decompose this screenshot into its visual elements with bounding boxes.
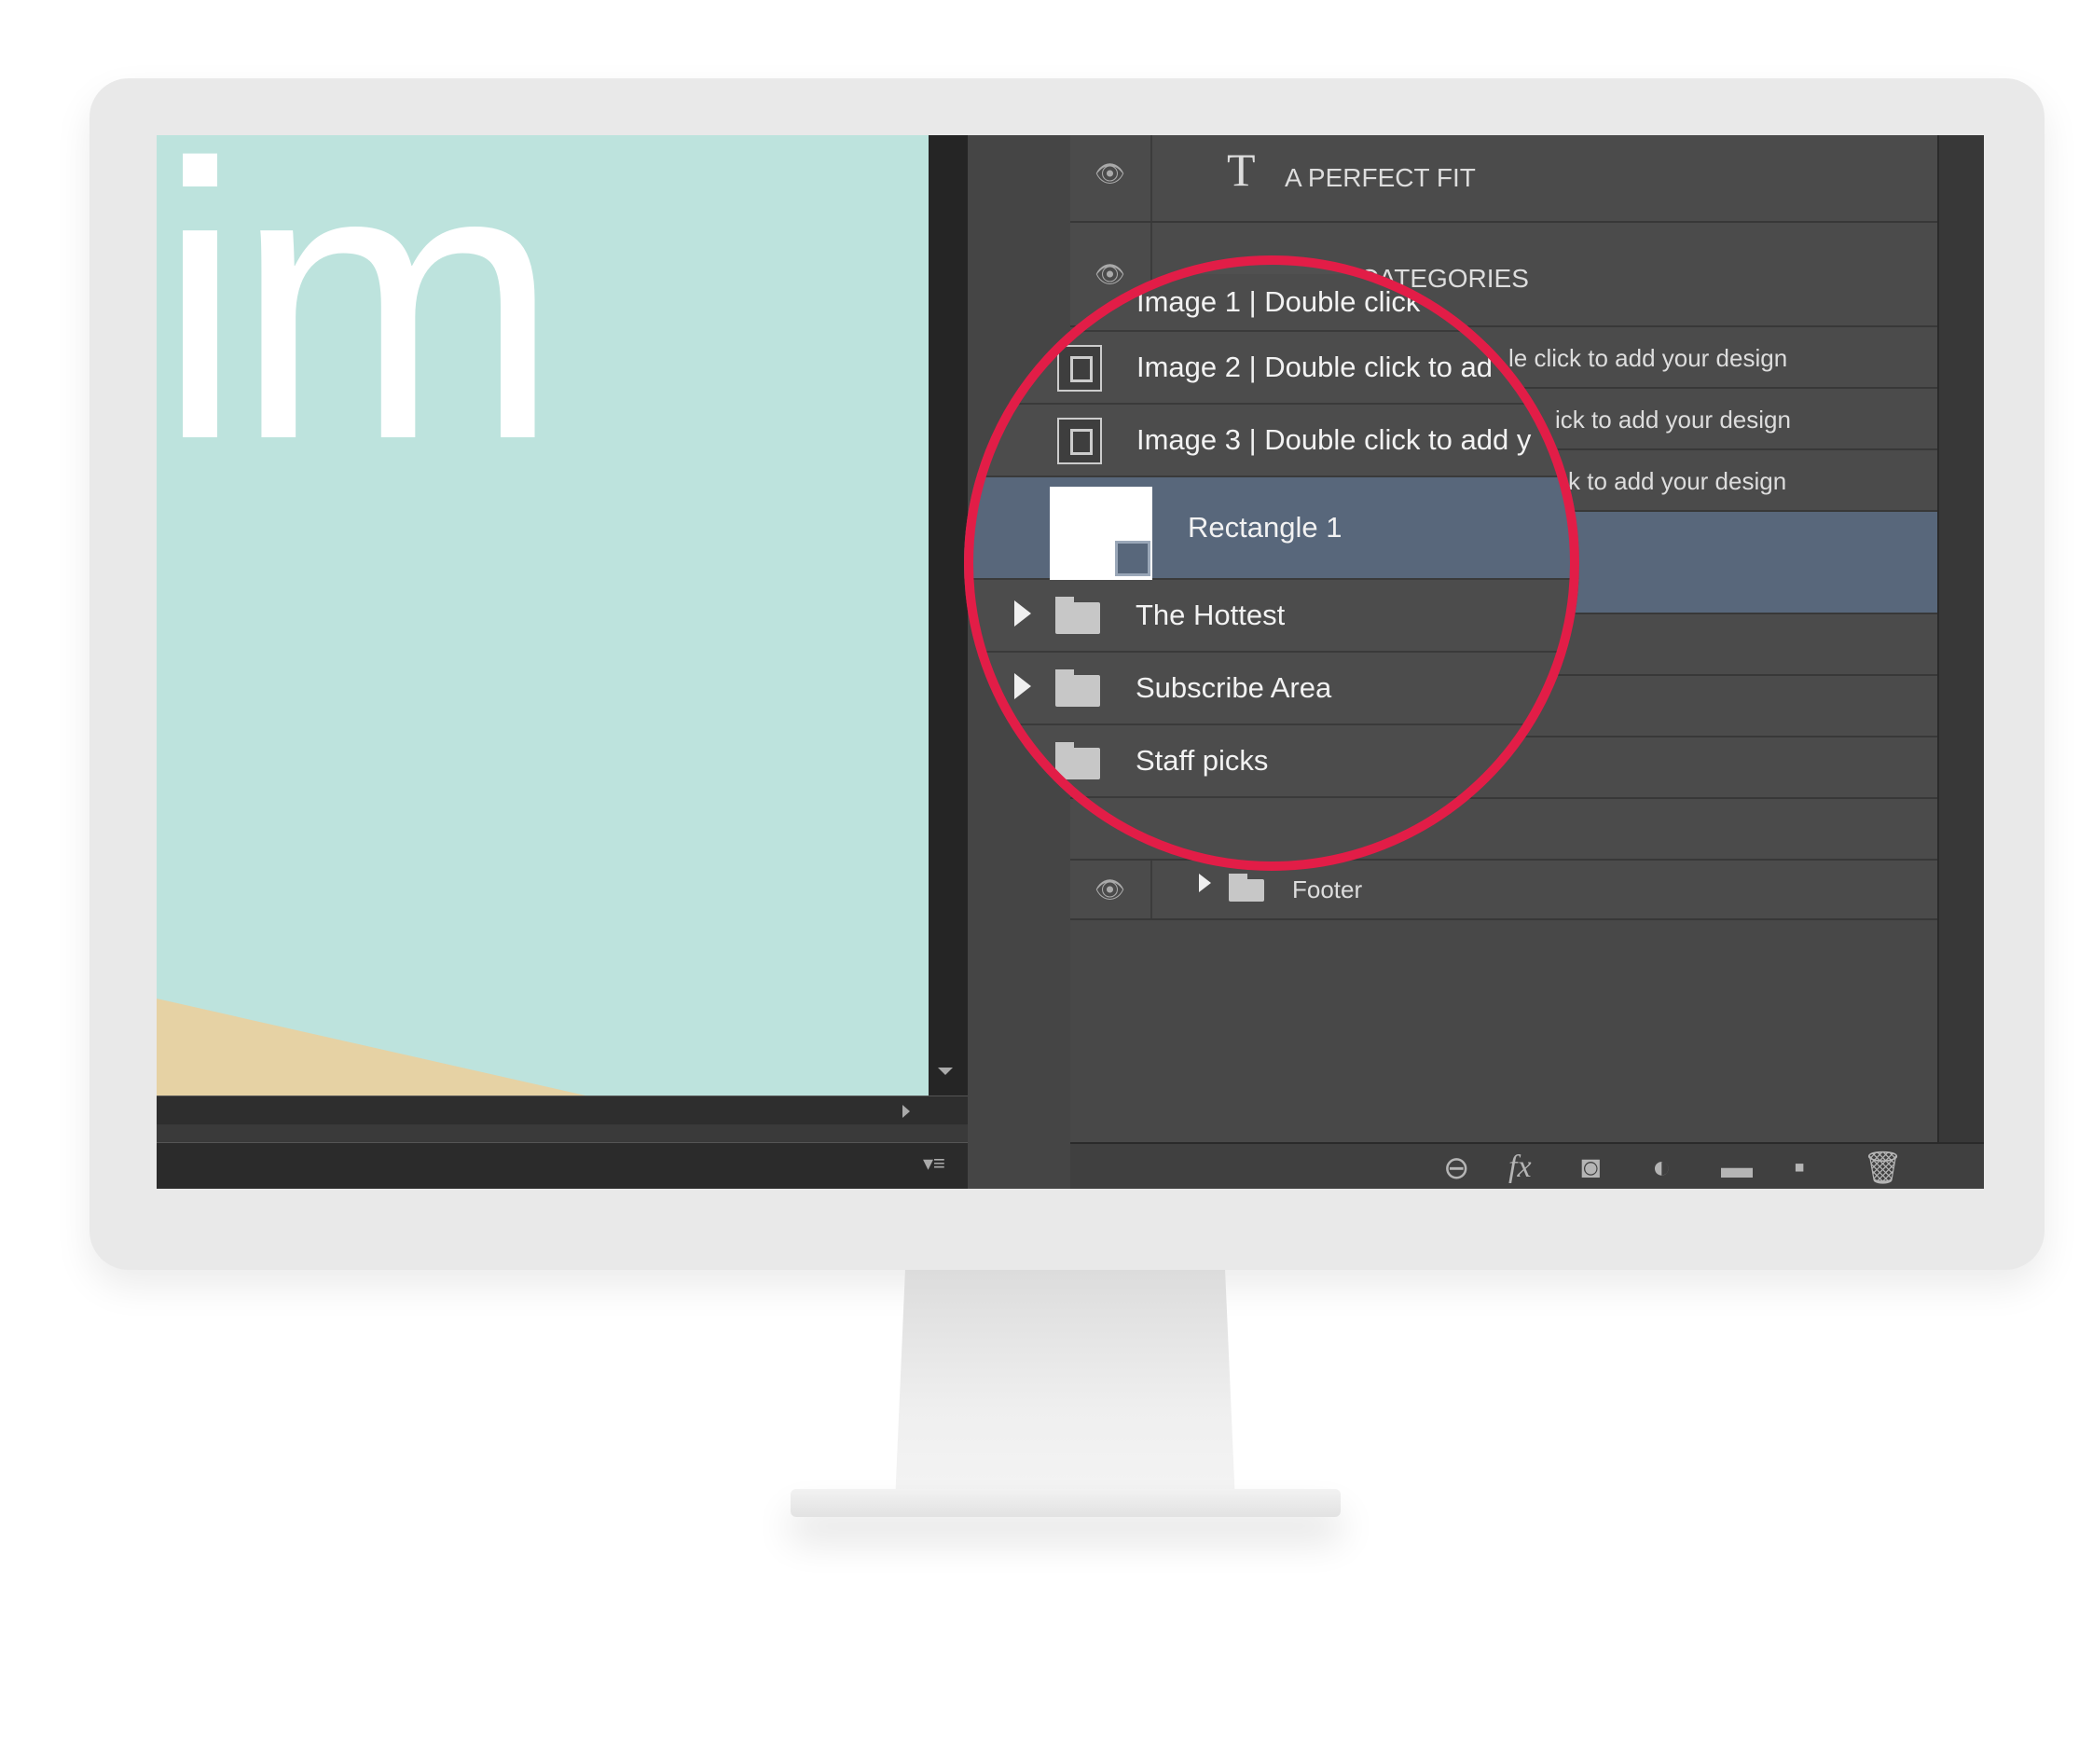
document-canvas[interactable]: im [157,135,929,1096]
layer-name: Footer [1292,875,1363,903]
layers-toolbar: ⊖ fx ◙ ◐ ▬ ▪ 🗑 [1070,1142,1984,1189]
layer-name: k to add your design [1568,467,1787,495]
panel-scrollbar[interactable] [1937,135,1984,1189]
horizontal-scrollbar[interactable] [157,1096,968,1124]
panel-menu-icon[interactable]: ▾≡ [923,1151,945,1176]
folder-icon [1229,874,1264,902]
magnifier-ring [964,255,1579,871]
mask-icon[interactable]: ◙ [1581,1150,1601,1186]
monitor-stand [895,1270,1235,1503]
trash-icon[interactable]: 🗑 [1863,1150,1903,1187]
layer-name: A PERFECT FIT [1285,163,1476,192]
status-bar [157,1142,968,1189]
canvas-text: im [157,135,560,521]
group-folder-icon[interactable]: ▬ [1721,1150,1753,1186]
expand-icon[interactable] [1199,874,1211,892]
new-layer-icon[interactable]: ▪ [1794,1150,1805,1186]
scroll-right-icon[interactable] [902,1105,910,1118]
canvas-sand-image [157,999,585,1096]
monitor-base [791,1489,1341,1517]
fx-icon[interactable]: fx [1508,1150,1532,1185]
vertical-scrollbar[interactable] [929,135,968,1096]
layer-row[interactable]: 👁 T A PERFECT FIT [1070,135,1937,223]
layer-name: ick to add your design [1555,406,1791,434]
eye-icon[interactable]: 👁 [1095,875,1125,904]
link-layers-icon[interactable]: ⊖ [1443,1150,1470,1187]
adjustment-icon[interactable]: ◐ [1652,1150,1672,1186]
scroll-down-icon[interactable] [938,1068,953,1075]
text-layer-icon: T [1227,144,1256,196]
eye-icon[interactable]: 👁 [1095,159,1125,188]
